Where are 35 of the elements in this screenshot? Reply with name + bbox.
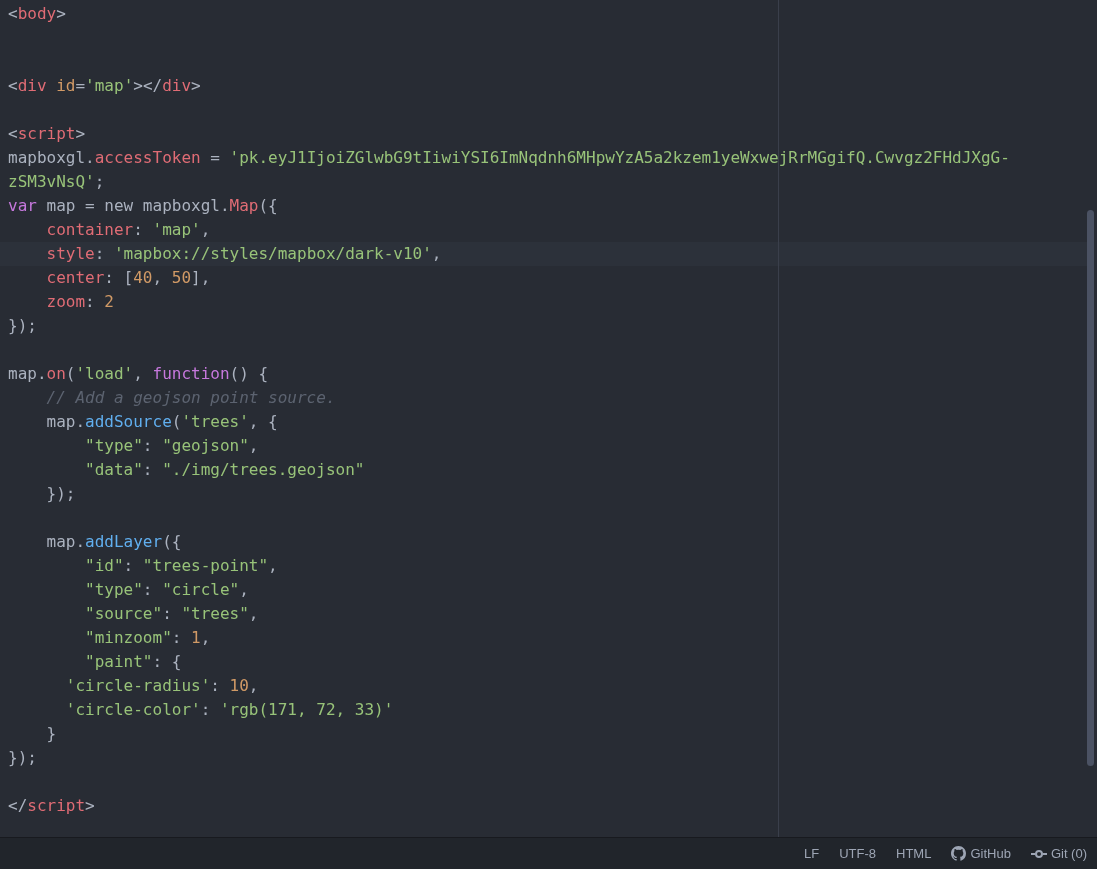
code-line: "type": "geojson", [84, 435, 259, 457]
status-item[interactable]: UTF-8 [839, 846, 876, 861]
scrollbar-thumb[interactable] [1087, 210, 1094, 766]
code-line: container: 'map', [45, 219, 211, 241]
code-line: "paint": { [84, 651, 182, 673]
code-line: }); [7, 747, 37, 769]
code-line: center: [40, 50], [45, 267, 211, 289]
status-item[interactable]: LF [804, 846, 820, 861]
code-line: <script> [7, 123, 86, 145]
code-line: mapboxgl.accessToken = 'pk.eyJ1IjoiZGlwbG9tIiwiYSI6ImNqdnh6MHpwYzA5a2kzem1yeWxwejRrMGgifQ.Cwvgz2FHdJXgG- [7, 147, 1010, 169]
status-item[interactable]: HTML [896, 846, 932, 861]
code-line: map.addLayer({ [45, 531, 182, 553]
code-line: 'circle-radius': 10, [64, 675, 259, 697]
code-line: zSM3vNsQ'; [7, 171, 105, 193]
code-line: <div id='map'></div> [7, 75, 201, 97]
code-line: "type": "circle", [84, 579, 249, 601]
code-line: <body> [7, 3, 66, 25]
code-line: var map = new mapboxgl.Map({ [7, 195, 278, 217]
code-line: </script> [7, 795, 95, 817]
code-line: 'circle-color': 'rgb(171, 72, 33)' [64, 699, 394, 721]
code-line: }); [7, 315, 37, 337]
code-line: zoom: 2 [45, 291, 114, 313]
code-line: }); [45, 483, 76, 505]
code-line: "minzoom": 1, [84, 627, 211, 649]
code-line: "id": "trees-point", [84, 555, 278, 577]
github-icon[interactable] [951, 846, 967, 861]
status-item[interactable]: GitHub [970, 846, 1011, 861]
code-line: "source": "trees", [84, 603, 259, 625]
code-line: map.on('load', function() { [7, 363, 269, 385]
code-line: } [45, 723, 57, 745]
status-item[interactable]: Git (0) [1050, 846, 1087, 861]
code-line: map.addSource('trees', { [45, 411, 278, 433]
commit-icon[interactable] [1030, 848, 1047, 859]
code-line: // Add a geojson point source. [45, 387, 336, 409]
code-line: "data": "./img/trees.geojson" [84, 459, 365, 481]
